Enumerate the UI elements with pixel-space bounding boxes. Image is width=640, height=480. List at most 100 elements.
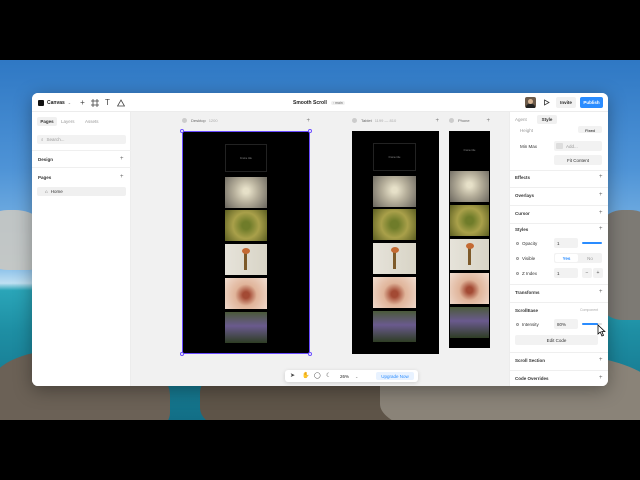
zindex-input[interactable]: 1: [554, 268, 578, 278]
frame-desktop[interactable]: Frame title: [180, 129, 312, 356]
opacity-input[interactable]: 1: [554, 238, 578, 248]
frame-tool-icon[interactable]: [90, 98, 99, 107]
frame-add-icon: +: [486, 117, 490, 124]
tab-agent-label: Agent: [515, 117, 527, 122]
intensity-label: Intensity: [522, 321, 539, 327]
invite-button[interactable]: Invite: [556, 97, 576, 108]
frame-size-desktop: 1200: [208, 118, 218, 123]
minmax-label: Min Max: [520, 143, 538, 149]
hand-icon[interactable]: ✋: [302, 372, 309, 379]
play-icon[interactable]: [542, 98, 551, 107]
selection-handle-bl[interactable]: [180, 352, 184, 356]
transforms-label: Transforms: [515, 289, 540, 295]
shape-tool-icon[interactable]: [116, 98, 125, 107]
image-tile-1: [225, 177, 267, 208]
selection-handle-tl[interactable]: [180, 129, 184, 133]
visible-no-option[interactable]: No: [579, 254, 601, 262]
frame-size-tablet: 1199 — 810: [374, 118, 397, 123]
tab-layers-label: Layers: [61, 119, 75, 124]
selection-handle-tr[interactable]: [308, 129, 312, 133]
frame-title-tablet: Frame title: [373, 143, 416, 171]
transforms-section[interactable]: Transforms: [515, 288, 540, 296]
tab-pages[interactable]: Pages: [37, 117, 57, 126]
visible-yes-label: Yes: [562, 255, 571, 261]
search-input[interactable]: ⌕ Search...: [37, 135, 126, 144]
scroll-section-section[interactable]: Scroll Section: [515, 356, 545, 364]
add-style-icon[interactable]: +: [599, 226, 603, 232]
add-scroll-section-icon[interactable]: +: [599, 357, 603, 363]
zoom-control[interactable]: 26% ⌄: [340, 372, 358, 380]
upgrade-label: Upgrade Now: [381, 373, 409, 379]
frame-label-desktop[interactable]: Desktop 1200 +: [182, 118, 310, 124]
frame-play-icon: [449, 118, 454, 123]
pages-section-header[interactable]: Pages: [38, 173, 51, 181]
frame-add-icon: +: [435, 117, 439, 124]
add-cursor-icon[interactable]: +: [599, 210, 603, 216]
avatar[interactable]: [525, 97, 536, 108]
intensity-input[interactable]: 80%: [554, 319, 578, 329]
add-code-override-icon[interactable]: +: [599, 375, 603, 381]
image-tile-4: [373, 277, 416, 308]
design-canvas[interactable]: Desktop 1200 + Frame title Tablet 1199 —…: [131, 112, 509, 386]
comment-icon[interactable]: ◯: [314, 372, 321, 379]
theme-icon[interactable]: ☾: [326, 372, 331, 379]
add-page-icon[interactable]: +: [120, 174, 124, 180]
overlays-section[interactable]: Overlays: [515, 191, 534, 199]
code-overrides-section[interactable]: Code Overrides: [515, 374, 549, 382]
pointer-icon[interactable]: ➤: [290, 372, 295, 379]
brand-menu[interactable]: Canvas ⌄: [38, 93, 71, 112]
project-title[interactable]: Smooth Scroll ◦ main: [293, 93, 345, 112]
design-section-header[interactable]: Design: [38, 155, 53, 163]
image-tile-1: [373, 176, 416, 207]
fit-content-label: Fit Content: [566, 157, 589, 163]
zindex-value: 1: [557, 270, 560, 276]
zindex-increment-button[interactable]: +: [593, 268, 603, 278]
add-icon[interactable]: +: [78, 98, 87, 107]
branch-badge: ◦ main: [330, 100, 345, 105]
zoom-value: 26%: [340, 373, 350, 379]
edit-code-button[interactable]: Edit Code: [515, 335, 598, 345]
tab-assets[interactable]: Assets: [85, 117, 99, 126]
visible-yes-option[interactable]: Yes: [555, 254, 578, 262]
tab-pages-label: Pages: [40, 119, 54, 124]
frame-play-icon: [352, 118, 357, 123]
add-overlay-icon[interactable]: +: [599, 192, 603, 198]
opacity-slider[interactable]: [582, 242, 602, 244]
frame-play-icon: [182, 118, 187, 123]
add-transform-icon[interactable]: +: [599, 289, 603, 295]
chevron-down-icon: ⌄: [67, 100, 72, 105]
frame-label-tablet[interactable]: Tablet 1199 — 810 +: [352, 117, 439, 124]
edit-code-label: Edit Code: [546, 337, 567, 343]
opacity-label: Opacity: [522, 240, 538, 246]
add-effect-icon[interactable]: +: [599, 174, 603, 180]
minmax-add-field[interactable]: Add...: [554, 141, 602, 151]
height-select[interactable]: Fixed: [578, 126, 602, 133]
upgrade-button[interactable]: Upgrade Now: [376, 372, 414, 380]
cursor-section[interactable]: Cursor: [515, 209, 530, 217]
tab-style[interactable]: Style: [537, 115, 557, 124]
brand-label: Canvas: [47, 99, 65, 106]
fit-content-button[interactable]: Fit Content: [554, 155, 602, 165]
scrollease-section[interactable]: ScrollEase: [515, 306, 538, 314]
text-tool-icon[interactable]: T: [103, 98, 112, 107]
tab-agent[interactable]: Agent: [515, 115, 527, 124]
zindex-decrement-button[interactable]: −: [582, 268, 592, 278]
selection-handle-br[interactable]: [308, 352, 312, 356]
visible-toggle[interactable]: Yes No: [554, 253, 602, 263]
frame-label-phone[interactable]: Phone +: [449, 117, 490, 124]
minmax-icon: [556, 143, 563, 149]
styles-section[interactable]: Styles: [515, 225, 528, 233]
publish-button[interactable]: Publish: [580, 97, 603, 108]
add-design-icon[interactable]: +: [120, 156, 124, 162]
frame-tablet[interactable]: Frame title: [352, 131, 439, 354]
tab-layers[interactable]: Layers: [61, 117, 75, 126]
frame-phone[interactable]: Frame title: [449, 131, 490, 348]
opacity-value: 1: [557, 240, 560, 246]
intensity-value: 80%: [557, 321, 567, 327]
search-placeholder: Search...: [46, 137, 65, 142]
frame-title-text: Frame title: [463, 149, 476, 152]
page-item-home[interactable]: ⌂ Home: [37, 187, 126, 196]
tab-style-label: Style: [541, 117, 553, 122]
effects-section[interactable]: Effects: [515, 173, 530, 181]
minmax-row: Min Max: [520, 142, 537, 150]
